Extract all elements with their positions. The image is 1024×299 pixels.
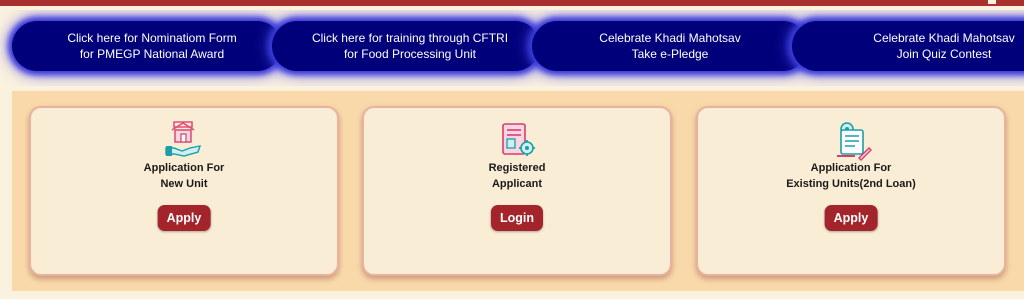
card-title-line1: Application For bbox=[810, 162, 892, 174]
link-khadi-quiz-contest[interactable]: Celebrate Khadi Mahotsav Join Quiz Conte… bbox=[792, 21, 1024, 71]
card-registered-applicant: Registered Applicant Login bbox=[362, 106, 672, 276]
link-line2: Join Quiz Contest bbox=[896, 47, 992, 61]
link-line1: Celebrate Khadi Mahotsav bbox=[599, 31, 741, 45]
top-strip bbox=[0, 0, 1024, 6]
card-title-line2: New Unit bbox=[160, 178, 208, 190]
document-gear-icon bbox=[502, 123, 535, 156]
card-title-line2: Applicant bbox=[491, 178, 543, 190]
login-button[interactable]: Login bbox=[490, 205, 544, 231]
link-line2: for Food Processing Unit bbox=[343, 47, 477, 61]
link-line2: Take e-Pledge bbox=[631, 47, 709, 61]
link-text: Celebrate Khadi Mahotsav Take e-Pledge bbox=[599, 30, 740, 62]
card-title: Registered Applicant bbox=[364, 160, 670, 192]
link-line1: Click here for Nominatiom Form bbox=[67, 31, 237, 45]
card-existing-units: Application For Existing Units(2nd Loan)… bbox=[696, 106, 1006, 276]
quick-links-bar: Click here for Nominatiom Form for PMEGP… bbox=[0, 10, 1024, 86]
application-panel: Application For New Unit Apply Registere… bbox=[12, 91, 1024, 291]
card-new-unit: Application For New Unit Apply bbox=[29, 106, 339, 276]
link-text: Celebrate Khadi Mahotsav Join Quiz Conte… bbox=[831, 30, 1014, 62]
link-text: Click here for Nominatiom Form for PMEGP… bbox=[57, 30, 236, 62]
link-text: Click here for training through CFTRI fo… bbox=[304, 30, 508, 62]
bottom-strip bbox=[0, 293, 1024, 299]
link-line1: Click here for training through CFTRI bbox=[311, 31, 509, 45]
card-title-line1: Registered bbox=[488, 162, 546, 174]
apply-existing-units-button[interactable]: Apply bbox=[824, 205, 878, 231]
top-strip-notch bbox=[988, 0, 996, 4]
link-line1: Celebrate Khadi Mahotsav bbox=[873, 31, 1015, 45]
form-pen-gear-icon bbox=[837, 122, 872, 161]
card-title: Application For New Unit bbox=[31, 160, 337, 192]
card-title: Application For Existing Units(2nd Loan) bbox=[698, 160, 1004, 192]
link-line2: for PMEGP National Award bbox=[79, 47, 225, 61]
link-khadi-e-pledge[interactable]: Celebrate Khadi Mahotsav Take e-Pledge bbox=[532, 21, 808, 71]
link-pmegp-award-nomination[interactable]: Click here for Nominatiom Form for PMEGP… bbox=[12, 21, 282, 71]
card-title-line1: Application For bbox=[143, 162, 225, 174]
card-title-line2: Existing Units(2nd Loan) bbox=[786, 178, 916, 190]
hand-house-icon bbox=[165, 121, 202, 157]
link-cftri-training[interactable]: Click here for training through CFTRI fo… bbox=[272, 21, 540, 71]
apply-new-unit-button[interactable]: Apply bbox=[157, 205, 211, 231]
